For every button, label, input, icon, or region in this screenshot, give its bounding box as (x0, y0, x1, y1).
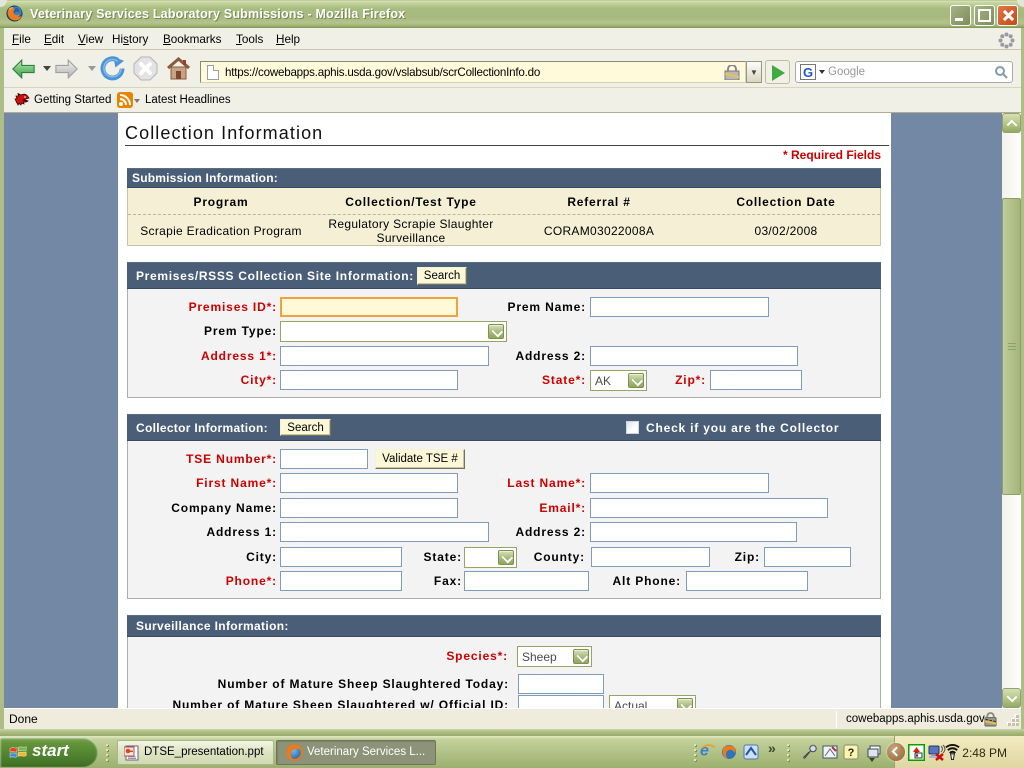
svg-text:?: ? (848, 747, 855, 759)
